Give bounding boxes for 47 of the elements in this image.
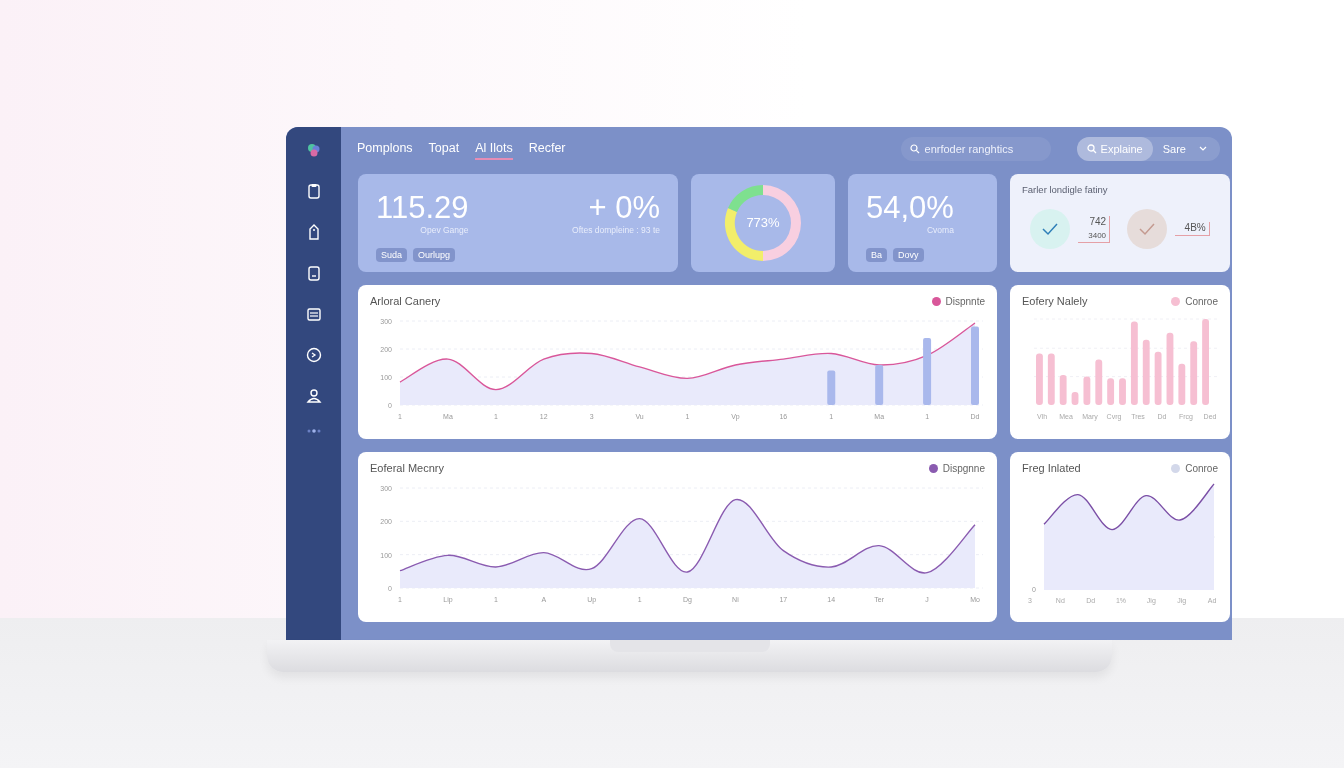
dropdown-button[interactable]: Sare	[1152, 137, 1220, 161]
nav-tab[interactable]: Pomplons	[357, 138, 413, 160]
chart-title: Freg Inlated	[1022, 462, 1081, 474]
bar	[1071, 392, 1079, 405]
bar	[923, 338, 932, 405]
legend-label: Dispnnte	[945, 295, 985, 307]
bar	[1095, 359, 1103, 405]
bar	[1059, 374, 1067, 405]
tag: Suda	[376, 248, 408, 262]
dial-icon[interactable]	[304, 346, 323, 364]
bar	[1190, 341, 1198, 405]
chart-title: Eoferal Mecnry	[370, 462, 444, 474]
metric-value: 3400	[1088, 230, 1107, 240]
bar	[827, 370, 836, 405]
bar	[875, 364, 884, 405]
stat-value: 54,0%	[866, 192, 954, 223]
card-title: Farler londigle fatiny	[1022, 184, 1109, 195]
bar	[1178, 363, 1186, 405]
metric-value: 742	[1089, 215, 1107, 227]
nav-tab[interactable]: Recfer	[528, 138, 566, 160]
bar	[1142, 339, 1150, 405]
explore-button[interactable]: Explaine	[1076, 137, 1153, 161]
legend-label: Dispgnne	[942, 462, 985, 474]
user-icon[interactable]	[304, 387, 323, 405]
bar	[1119, 378, 1126, 405]
chart-title: Arloral Canery	[370, 295, 441, 307]
bar	[1047, 353, 1055, 405]
chart-title: Eofery Nalely	[1022, 295, 1088, 307]
search-icon	[909, 144, 920, 154]
tag: Dovy	[893, 248, 924, 262]
search-icon	[1086, 144, 1097, 154]
stat-value: 115.29	[376, 192, 469, 223]
donut-value: 773%	[745, 215, 781, 230]
tag: Ba	[866, 248, 887, 262]
nav-tab[interactable]: Al Ilots	[475, 138, 513, 160]
document-stack-icon[interactable]	[304, 305, 323, 323]
tag: Ourlupg	[413, 248, 456, 262]
stat-caption: Opev Gange	[420, 225, 469, 235]
legend-label: Conroe	[1185, 295, 1218, 307]
nav-tab[interactable]: Topat	[428, 138, 460, 160]
legend-label: Conroe	[1185, 462, 1218, 474]
bar	[1083, 376, 1091, 405]
metric-value: 4B%	[1184, 222, 1206, 233]
change-value: + 0%	[588, 192, 660, 223]
bar	[1154, 351, 1162, 405]
bar	[1036, 353, 1043, 405]
bar	[1107, 378, 1115, 405]
